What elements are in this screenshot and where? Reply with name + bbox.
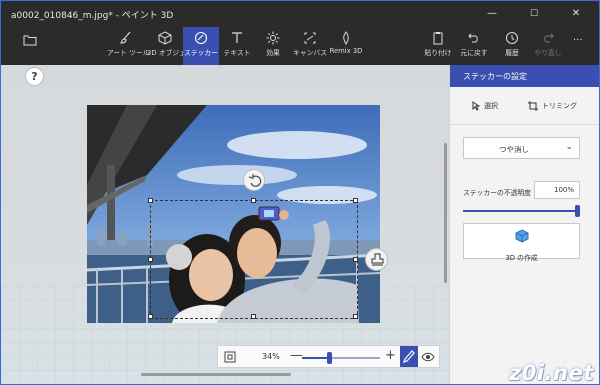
tool-label: 3D オブジェクト bbox=[147, 49, 200, 57]
zoom-slider-thumb[interactable] bbox=[327, 352, 332, 364]
action-label: 元に戻す bbox=[460, 49, 488, 57]
toolbar: アート ツール 3D オブジェクト ステッカー テキスト 効果 キャンバス Re… bbox=[1, 27, 599, 65]
crop-tab[interactable]: トリミング bbox=[528, 101, 577, 111]
tool-text[interactable]: テキスト bbox=[221, 27, 253, 65]
redo-button[interactable]: やり直し bbox=[533, 27, 563, 65]
tool-remix3d[interactable]: Remix 3D bbox=[329, 27, 363, 65]
view-3d-icon[interactable] bbox=[421, 351, 435, 363]
tool-label: アート ツール bbox=[107, 49, 150, 57]
resize-handle-right[interactable] bbox=[353, 257, 358, 262]
redo-icon bbox=[544, 33, 554, 43]
window-title: a0002_010846_m.jpg* - ペイント 3D bbox=[11, 11, 174, 21]
folder-icon bbox=[23, 35, 37, 46]
crop-tab-label: トリミング bbox=[542, 102, 577, 110]
opacity-input[interactable]: 100% bbox=[534, 181, 580, 199]
vertical-scrollbar[interactable] bbox=[444, 143, 447, 283]
fit-to-screen-icon[interactable] bbox=[224, 351, 236, 363]
zoom-out-button[interactable]: — bbox=[290, 348, 303, 363]
select-tab-label: 選択 bbox=[484, 102, 498, 110]
tool-label: キャンバス bbox=[293, 49, 327, 57]
brush-icon bbox=[119, 31, 131, 44]
opacity-slider[interactable] bbox=[463, 205, 580, 217]
resize-handle-top[interactable] bbox=[251, 198, 256, 203]
resize-handle-bottom-right[interactable] bbox=[353, 314, 358, 319]
watermark-text: z0i.net bbox=[509, 361, 594, 385]
pencil-icon bbox=[403, 350, 415, 363]
tool-canvas[interactable]: キャンバス bbox=[292, 27, 328, 65]
resize-handle-bottom-left[interactable] bbox=[148, 314, 153, 319]
zoom-bar: 34% — + bbox=[217, 345, 440, 368]
finish-dropdown-value: つや消し bbox=[499, 145, 529, 154]
close-button[interactable]: ✕ bbox=[555, 1, 597, 27]
canvas-icon bbox=[304, 32, 316, 44]
opacity-label: ステッカーの不透明度 bbox=[463, 189, 531, 197]
cube-icon bbox=[158, 31, 172, 45]
paint3d-window: a0002_010846_m.jpg* - ペイント 3D — ☐ ✕ アート … bbox=[0, 0, 600, 385]
finish-dropdown[interactable]: つや消し ⌄ bbox=[463, 137, 580, 159]
action-label: 貼り付け bbox=[424, 49, 452, 57]
history-button[interactable]: 履歴 bbox=[497, 27, 527, 65]
zoom-slider[interactable] bbox=[302, 352, 380, 364]
panel-divider bbox=[450, 124, 599, 125]
tool-label: テキスト bbox=[223, 49, 251, 57]
tool-label: Remix 3D bbox=[329, 47, 363, 55]
select-tab[interactable]: 選択 bbox=[472, 101, 498, 111]
history-icon bbox=[506, 32, 518, 44]
sticker-icon bbox=[194, 31, 208, 45]
text-icon bbox=[232, 32, 242, 43]
tool-label: ステッカー bbox=[184, 49, 218, 57]
pen-mode-button[interactable] bbox=[400, 346, 418, 367]
resize-handle-bottom[interactable] bbox=[251, 314, 256, 319]
panel-title: ステッカーの設定 bbox=[463, 72, 527, 81]
action-label: 履歴 bbox=[505, 49, 519, 57]
make-3d-button[interactable]: 3D の作成 bbox=[463, 223, 580, 262]
minimize-button[interactable]: — bbox=[471, 1, 513, 27]
sticker-selection-box[interactable] bbox=[148, 198, 358, 319]
sticker-settings-panel: ステッカーの設定 選択 トリミング つや消し ⌄ ステッカーの不透明度 100%… bbox=[449, 65, 599, 384]
zoom-percent: 34% bbox=[262, 352, 280, 361]
make-3d-label: 3D の作成 bbox=[505, 254, 538, 262]
resize-handle-top-right[interactable] bbox=[353, 198, 358, 203]
zoom-in-button[interactable]: + bbox=[385, 348, 396, 363]
chevron-down-icon: ⌄ bbox=[565, 142, 573, 152]
tool-label: 効果 bbox=[266, 49, 280, 57]
paste-button[interactable]: 貼り付け bbox=[423, 27, 453, 65]
tool-3d-objects[interactable]: 3D オブジェクト bbox=[147, 27, 200, 65]
more-options-button[interactable]: ··· bbox=[573, 35, 583, 46]
stamp-icon bbox=[371, 253, 384, 266]
canvas-area[interactable]: ? 34% — + bbox=[1, 65, 449, 384]
stamp-button[interactable] bbox=[365, 248, 388, 271]
cursor-icon bbox=[472, 101, 481, 111]
tool-effects[interactable]: 効果 bbox=[257, 27, 289, 65]
maximize-button[interactable]: ☐ bbox=[513, 1, 555, 27]
remix3d-icon bbox=[343, 31, 349, 45]
panel-header: ステッカーの設定 bbox=[450, 65, 599, 87]
cube-3d-icon bbox=[515, 229, 528, 243]
tool-stickers[interactable]: ステッカー bbox=[183, 27, 219, 65]
tool-art-tools[interactable]: アート ツール bbox=[107, 27, 150, 65]
horizontal-scrollbar[interactable] bbox=[141, 373, 291, 376]
zoom-slider-fill bbox=[302, 357, 329, 359]
resize-handle-left[interactable] bbox=[148, 257, 153, 262]
title-bar: a0002_010846_m.jpg* - ペイント 3D — ☐ ✕ bbox=[1, 1, 599, 27]
help-button[interactable]: ? bbox=[25, 67, 44, 86]
resize-handle-top-left[interactable] bbox=[148, 198, 153, 203]
undo-icon bbox=[468, 33, 478, 43]
rotate-handle[interactable] bbox=[243, 169, 265, 191]
undo-button[interactable]: 元に戻す bbox=[459, 27, 489, 65]
opacity-slider-thumb[interactable] bbox=[575, 205, 580, 217]
paste-icon bbox=[433, 32, 443, 45]
action-label: やり直し bbox=[534, 49, 562, 57]
folder-menu-button[interactable] bbox=[23, 31, 45, 51]
rotate-icon bbox=[248, 174, 262, 187]
effects-icon bbox=[266, 31, 280, 45]
crop-icon bbox=[528, 101, 538, 111]
